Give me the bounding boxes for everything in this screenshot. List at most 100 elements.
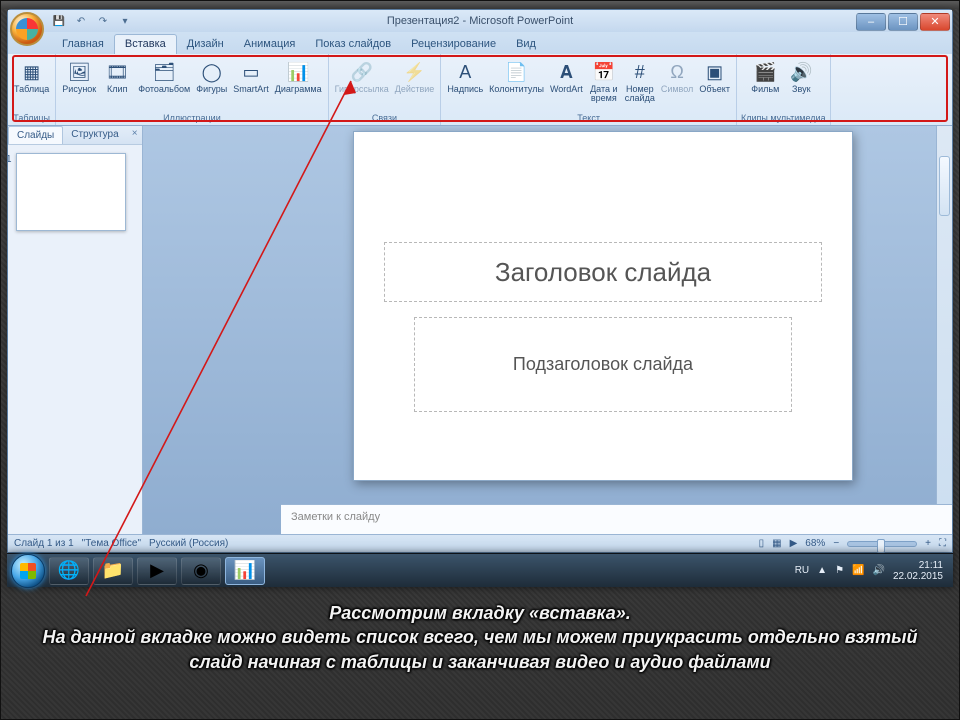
caption-line-1: Рассмотрим вкладку «вставка». xyxy=(41,601,919,625)
tray-volume-icon[interactable]: 🔊 xyxy=(872,565,884,576)
smartart-icon: ▭ xyxy=(239,60,263,84)
ribbon-album-button[interactable]: 🗂Фотоальбом xyxy=(136,59,192,95)
wordart-label: WordArt xyxy=(550,85,583,94)
tab-вставка[interactable]: Вставка xyxy=(114,34,177,54)
picture-icon: 🖼 xyxy=(67,60,91,84)
tutorial-caption: Рассмотрим вкладку «вставка». На данной … xyxy=(41,601,919,674)
ribbon-action-button: ⚡Действие xyxy=(393,59,437,95)
symbol-icon: Ω xyxy=(665,60,689,84)
slides-pane-tabs: Слайды Структура × xyxy=(8,126,142,145)
title-placeholder[interactable]: Заголовок слайда xyxy=(384,242,822,302)
office-button[interactable] xyxy=(10,12,44,46)
ribbon-clip-button[interactable]: 🎞Клип xyxy=(100,59,134,95)
clip-icon: 🎞 xyxy=(105,60,129,84)
maximize-button[interactable]: ☐ xyxy=(888,13,918,31)
ribbon-table-button[interactable]: ▦Таблица xyxy=(12,59,51,95)
tab-дизайн[interactable]: Дизайн xyxy=(177,35,234,54)
tray-lang[interactable]: RU xyxy=(795,565,809,576)
ribbon-group-иллюстрации: 🖼Рисунок🎞Клип🗂Фотоальбом◯Фигуры▭SmartArt… xyxy=(56,54,328,125)
window-title: Презентация2 - Microsoft PowerPoint xyxy=(8,15,952,27)
frame-top-strip xyxy=(1,1,959,9)
tray-network-icon[interactable]: 📶 xyxy=(852,565,864,576)
tab-показ слайдов[interactable]: Показ слайдов xyxy=(305,35,401,54)
status-slide-info: Слайд 1 из 1 xyxy=(14,538,74,549)
tray-time: 21:11 xyxy=(893,560,943,571)
ribbon-object-button[interactable]: ▣Объект xyxy=(697,59,732,95)
slides-pane: Слайды Структура × xyxy=(8,126,143,534)
taskbar-chrome-icon[interactable]: ◉ xyxy=(181,557,221,585)
zoom-slider[interactable] xyxy=(847,541,917,547)
subtitle-placeholder[interactable]: Подзаголовок слайда xyxy=(414,317,792,412)
tab-анимация[interactable]: Анимация xyxy=(234,35,306,54)
qat-redo-icon[interactable]: ↷ xyxy=(94,13,112,29)
pane-close-icon[interactable]: × xyxy=(127,126,143,144)
slidenum-icon: # xyxy=(628,60,652,84)
ribbon-textbox-button[interactable]: AНадпись xyxy=(445,59,485,95)
system-tray: RU ▲ ⚑ 📶 🔊 21:11 22.02.2015 xyxy=(795,560,949,582)
group-label: Иллюстрации xyxy=(163,112,221,125)
ribbon-hf-button[interactable]: 📄Колонтитулы xyxy=(487,59,546,95)
tab-вид[interactable]: Вид xyxy=(506,35,546,54)
ribbon-shapes-button[interactable]: ◯Фигуры xyxy=(194,59,229,95)
hf-icon: 📄 xyxy=(505,60,529,84)
ribbon-tabs: ГлавнаяВставкаДизайнАнимацияПоказ слайдо… xyxy=(8,32,952,54)
ribbon-group-текст: AНадпись📄Колонтитулы𝐀WordArt📅Дата и врем… xyxy=(441,54,737,125)
hyperlink-label: Гиперссылка xyxy=(335,85,389,94)
datetime-icon: 📅 xyxy=(592,60,616,84)
titlebar: 💾 ↶ ↷ ▾ Презентация2 - Microsoft PowerPo… xyxy=(8,10,952,32)
ribbon-picture-button[interactable]: 🖼Рисунок xyxy=(60,59,98,95)
tray-action-center-icon[interactable]: ⚑ xyxy=(835,565,844,576)
caption-line-2: На данной вкладке можно видеть список вс… xyxy=(41,625,919,674)
minimize-button[interactable]: – xyxy=(856,13,886,31)
status-theme: "Тема Office" xyxy=(82,538,141,549)
view-sorter-icon[interactable]: ▦ xyxy=(772,538,781,549)
tab-outline[interactable]: Структура xyxy=(63,126,126,144)
album-label: Фотоальбом xyxy=(138,85,190,94)
tab-главная[interactable]: Главная xyxy=(52,35,114,54)
notes-pane[interactable]: Заметки к слайду xyxy=(281,504,952,534)
slide-thumbnail-1[interactable] xyxy=(16,153,126,231)
qat-save-icon[interactable]: 💾 xyxy=(50,13,68,29)
workspace: Слайды Структура × Заголовок слайда Подз… xyxy=(8,126,952,534)
tab-slides[interactable]: Слайды xyxy=(8,126,63,144)
zoom-in-icon[interactable]: + xyxy=(925,538,931,549)
ribbon-datetime-button[interactable]: 📅Дата и время xyxy=(587,59,621,105)
start-button[interactable] xyxy=(11,554,45,588)
taskbar-explorer-icon[interactable]: 📁 xyxy=(93,557,133,585)
taskbar-powerpoint-icon[interactable]: 📊 xyxy=(225,557,265,585)
group-label: Таблицы xyxy=(13,112,50,125)
tray-date: 22.02.2015 xyxy=(893,571,943,582)
tray-clock[interactable]: 21:11 22.02.2015 xyxy=(893,560,943,582)
ribbon-movie-button[interactable]: 🎬Фильм xyxy=(748,59,782,95)
slide-canvas[interactable]: Заголовок слайда Подзаголовок слайда xyxy=(353,131,853,481)
hyperlink-icon: 🔗 xyxy=(350,60,374,84)
view-slideshow-icon[interactable]: ▶ xyxy=(790,538,798,549)
table-label: Таблица xyxy=(14,85,49,94)
group-label: Текст xyxy=(577,112,600,125)
ribbon-sound-button[interactable]: 🔊Звук xyxy=(784,59,818,95)
fit-icon[interactable]: ⛶ xyxy=(939,538,946,549)
picture-label: Рисунок xyxy=(62,85,96,94)
object-icon: ▣ xyxy=(703,60,727,84)
qat-dropdown-icon[interactable]: ▾ xyxy=(116,13,134,29)
taskbar-media-icon[interactable]: ▶ xyxy=(137,557,177,585)
ribbon-wordart-button[interactable]: 𝐀WordArt xyxy=(548,59,585,95)
zoom-out-icon[interactable]: − xyxy=(833,538,839,549)
vertical-scrollbar[interactable] xyxy=(936,126,952,504)
ribbon-group-таблицы: ▦Таблица Таблицы xyxy=(8,54,56,125)
tutorial-slide-frame: 💾 ↶ ↷ ▾ Презентация2 - Microsoft PowerPo… xyxy=(0,0,960,720)
close-button[interactable]: ✕ xyxy=(920,13,950,31)
powerpoint-window: 💾 ↶ ↷ ▾ Презентация2 - Microsoft PowerPo… xyxy=(7,9,953,553)
ribbon-slidenum-button[interactable]: #Номер слайда xyxy=(623,59,657,105)
ribbon-smartart-button[interactable]: ▭SmartArt xyxy=(231,59,271,95)
tab-рецензирование[interactable]: Рецензирование xyxy=(401,35,506,54)
action-label: Действие xyxy=(395,85,435,94)
movie-label: Фильм xyxy=(751,85,779,94)
tray-flag-icon[interactable]: ▲ xyxy=(817,565,827,576)
chart-label: Диаграмма xyxy=(275,85,322,94)
view-normal-icon[interactable]: ▯ xyxy=(759,538,765,549)
statusbar: Слайд 1 из 1 "Тема Office" Русский (Росс… xyxy=(8,534,952,552)
qat-undo-icon[interactable]: ↶ xyxy=(72,13,90,29)
ribbon-chart-button[interactable]: 📊Диаграмма xyxy=(273,59,324,95)
taskbar-ie-icon[interactable]: 🌐 xyxy=(49,557,89,585)
